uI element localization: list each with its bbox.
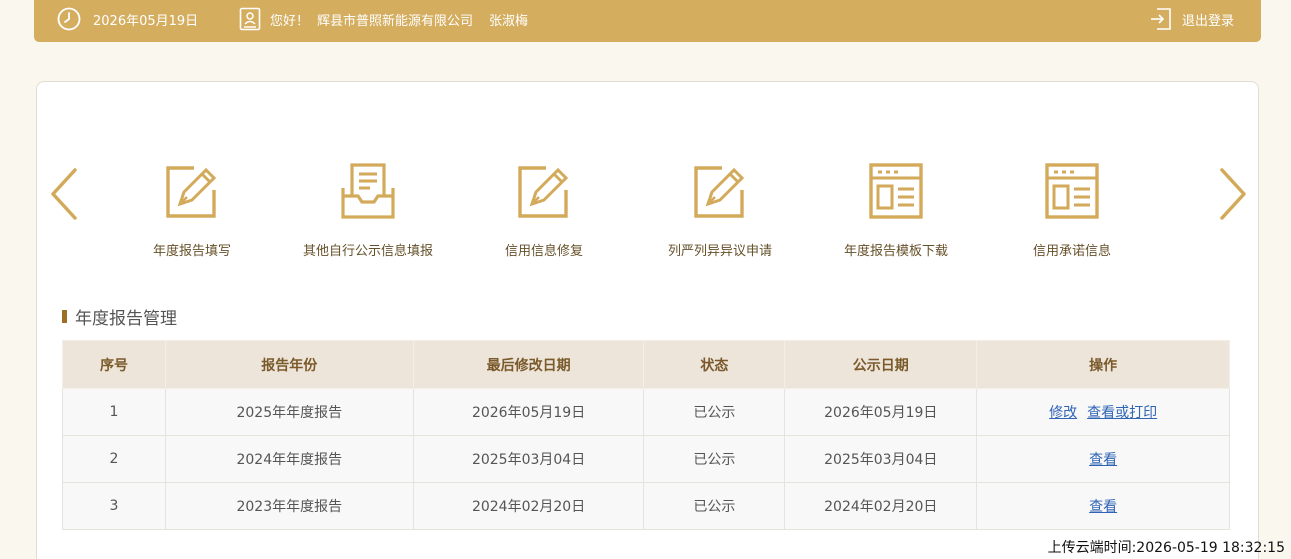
cell-published: 2025年03月04日 bbox=[784, 435, 978, 483]
func-label: 年度报告填写 bbox=[152, 244, 231, 259]
func-label: 列严列异异议申请 bbox=[667, 244, 772, 259]
cell-actions: 查看 bbox=[976, 435, 1230, 483]
cell-modified: 2024年02月20日 bbox=[412, 482, 645, 530]
edit-document-icon bbox=[518, 166, 569, 218]
view-print-link[interactable]: 查看或打印 bbox=[1087, 405, 1157, 421]
func-template-download[interactable]: 年度报告模板下载 bbox=[796, 162, 996, 259]
chevron-right-icon[interactable] bbox=[1214, 164, 1250, 224]
cell-modified: 2026年05月19日 bbox=[412, 388, 645, 436]
main-card: 年度报告填写 其他自行公示信息填报 信用信息修复 列严列异异议申请 年度报告模板… bbox=[36, 81, 1259, 559]
func-label: 信用承诺信息 bbox=[1032, 244, 1111, 259]
logout-icon bbox=[1150, 8, 1171, 30]
col-header-status: 状态 bbox=[643, 340, 786, 389]
table-header-row: 序号 报告年份 最后修改日期 状态 公示日期 操作 bbox=[62, 340, 1230, 389]
table-row: 1 2025年年度报告 2026年05月19日 已公示 2026年05月19日 … bbox=[62, 388, 1230, 436]
cell-no: 1 bbox=[62, 388, 166, 436]
cell-status: 已公示 bbox=[643, 482, 786, 530]
cell-year: 2025年年度报告 bbox=[164, 388, 414, 436]
cell-published: 2026年05月19日 bbox=[784, 388, 978, 436]
cell-status: 已公示 bbox=[643, 435, 786, 483]
edit-link[interactable]: 修改 bbox=[1049, 405, 1077, 421]
company-name: 辉县市普照新能源有限公司 bbox=[317, 13, 474, 29]
top-bar: 2026年05月19日 您好！ 辉县市普照新能源有限公司 张淑梅 退出登录 bbox=[34, 0, 1261, 42]
col-header-year: 报告年份 bbox=[164, 340, 414, 389]
table-row: 2 2024年年度报告 2025年03月04日 已公示 2025年03月04日 … bbox=[62, 435, 1230, 483]
cell-actions: 查看 bbox=[976, 482, 1230, 530]
cell-status: 已公示 bbox=[643, 388, 786, 436]
logout-button[interactable]: 退出登录 bbox=[1150, 7, 1234, 31]
section-title-text: 年度报告管理 bbox=[75, 309, 177, 329]
edit-document-icon bbox=[166, 166, 217, 218]
col-header-actions: 操作 bbox=[976, 340, 1230, 389]
template-icon bbox=[869, 163, 923, 219]
func-label: 其他自行公示信息填报 bbox=[302, 244, 433, 259]
user-info: 您好！ 辉县市普照新能源有限公司 张淑梅 bbox=[239, 7, 528, 31]
func-credit-commitment[interactable]: 信用承诺信息 bbox=[972, 162, 1172, 259]
section-title: 年度报告管理 bbox=[62, 304, 177, 329]
cell-year: 2023年年度报告 bbox=[164, 482, 414, 530]
template-icon bbox=[1045, 163, 1099, 219]
cell-modified: 2025年03月04日 bbox=[412, 435, 645, 483]
func-label: 信用信息修复 bbox=[504, 244, 583, 259]
cell-published: 2024年02月20日 bbox=[784, 482, 978, 530]
clock-icon bbox=[57, 7, 81, 31]
edit-document-icon bbox=[694, 166, 745, 218]
current-date: 2026年05月19日 bbox=[93, 13, 199, 29]
table-row: 3 2023年年度报告 2024年02月20日 已公示 2024年02月20日 … bbox=[62, 482, 1230, 530]
col-header-modified: 最后修改日期 bbox=[412, 340, 645, 389]
cell-year: 2024年年度报告 bbox=[164, 435, 414, 483]
col-header-no: 序号 bbox=[62, 340, 166, 389]
func-objection-apply[interactable]: 列严列异异议申请 bbox=[620, 162, 820, 259]
view-link[interactable]: 查看 bbox=[1089, 452, 1117, 468]
annual-report-table: 序号 报告年份 最后修改日期 状态 公示日期 操作 1 2025年年度报告 20… bbox=[62, 340, 1230, 530]
func-other-disclosure[interactable]: 其他自行公示信息填报 bbox=[268, 162, 468, 259]
greeting-text: 您好！ bbox=[270, 13, 310, 29]
cell-actions: 修改 查看或打印 bbox=[976, 388, 1230, 436]
inbox-document-icon bbox=[341, 163, 395, 219]
upload-timestamp: 上传云端时间:2026-05-19 18:32:15 bbox=[1047, 540, 1285, 556]
view-link[interactable]: 查看 bbox=[1089, 499, 1117, 515]
func-annual-report-fill[interactable]: 年度报告填写 bbox=[92, 162, 292, 259]
logout-label[interactable]: 退出登录 bbox=[1182, 10, 1234, 29]
func-label: 年度报告模板下载 bbox=[843, 244, 948, 259]
col-header-published: 公示日期 bbox=[784, 340, 978, 389]
func-credit-repair[interactable]: 信用信息修复 bbox=[444, 162, 644, 259]
title-marker bbox=[62, 310, 67, 323]
date-display: 2026年05月19日 bbox=[56, 6, 198, 32]
chevron-left-icon[interactable] bbox=[47, 164, 83, 224]
cell-no: 3 bbox=[62, 482, 166, 530]
user-name: 张淑梅 bbox=[489, 13, 529, 29]
cell-no: 2 bbox=[62, 435, 166, 483]
id-card-icon bbox=[239, 7, 261, 31]
